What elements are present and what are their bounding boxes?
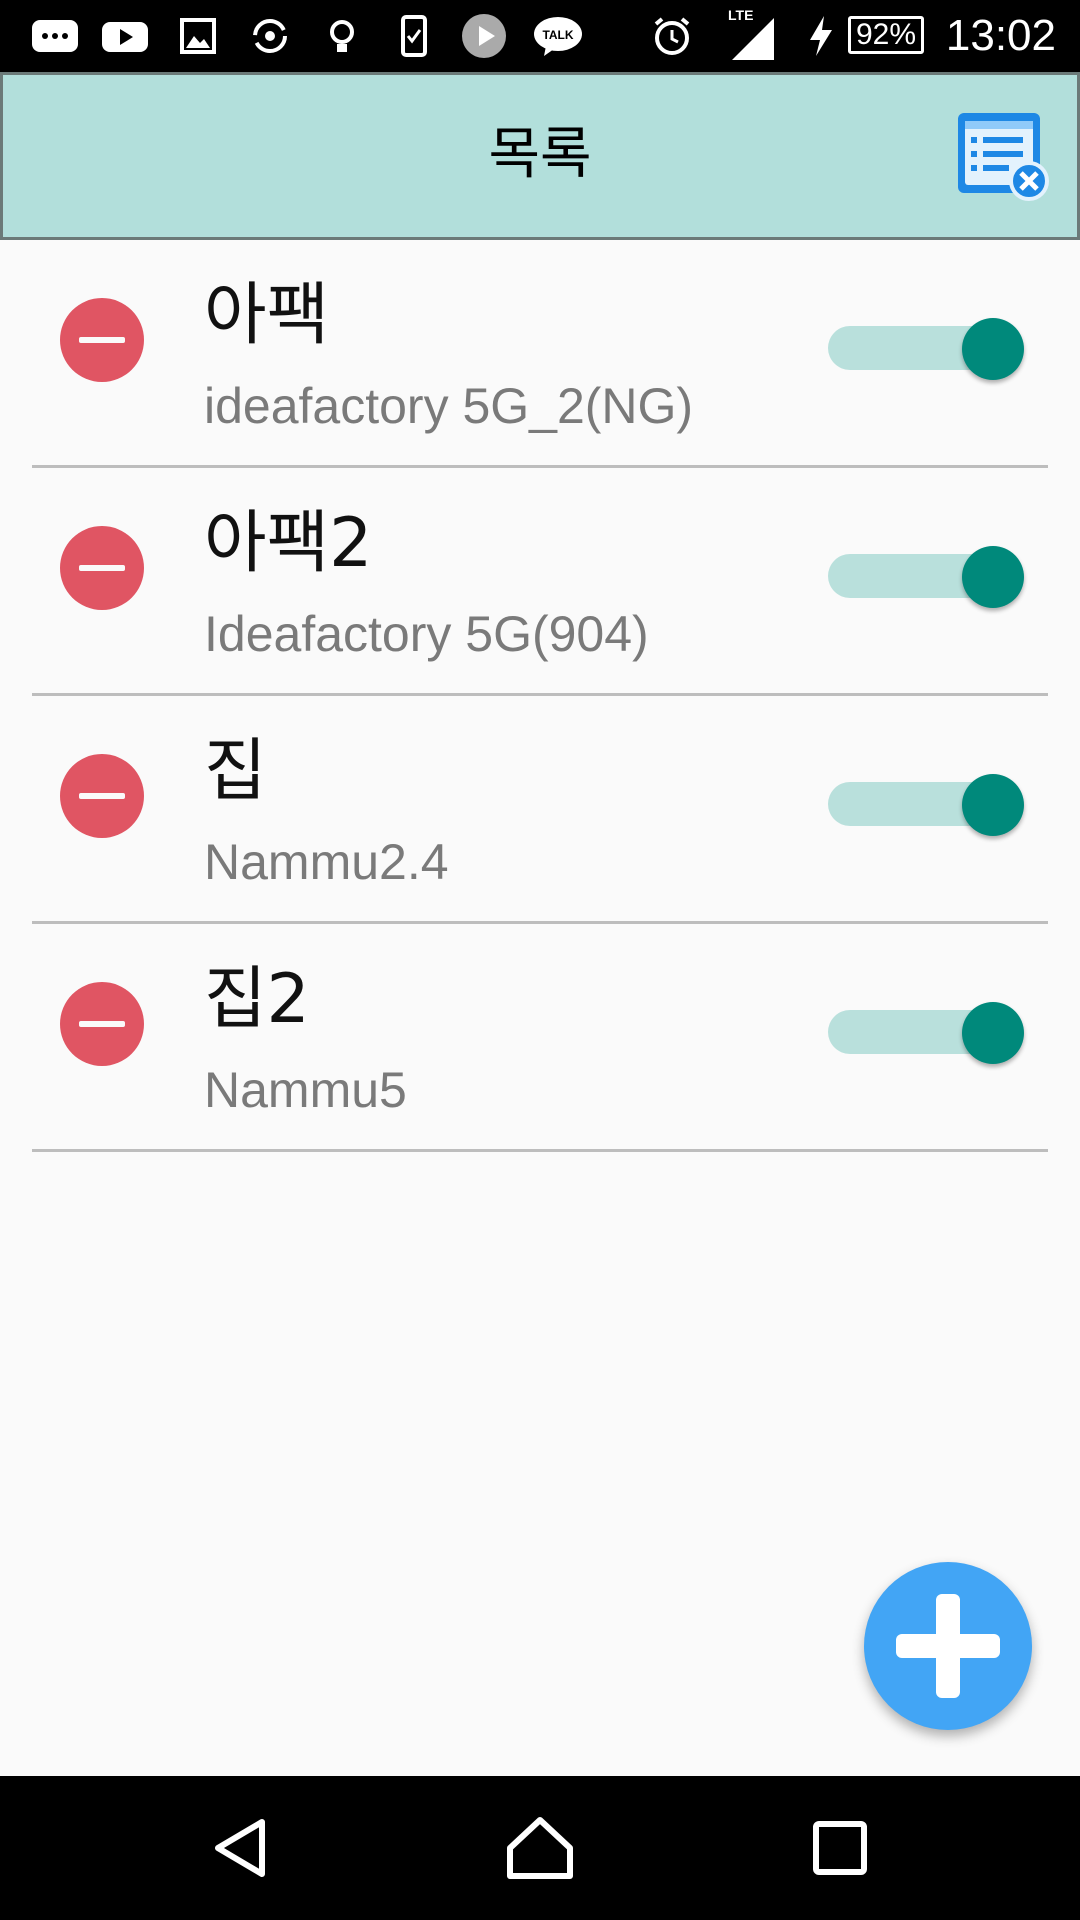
status-bar: TALK LTE 92% 13:02 — [0, 0, 1080, 72]
youtube-icon — [100, 14, 150, 58]
list-item[interactable]: 집2 Nammu5 — [0, 924, 1080, 1152]
network-name: 아팩2 — [204, 504, 373, 583]
lte-signal-icon: LTE — [726, 6, 778, 62]
clear-list-icon — [958, 113, 1049, 201]
remove-button[interactable] — [60, 754, 144, 838]
toggle-thumb — [962, 318, 1024, 380]
screen: TALK LTE 92% 13:02 목록 아팩 ideafactory 5G_… — [0, 0, 1080, 1920]
home-button[interactable] — [504, 1812, 576, 1884]
sync-icon — [248, 14, 292, 58]
phone-check-icon — [392, 14, 436, 58]
enable-toggle[interactable] — [828, 546, 1028, 608]
remove-button[interactable] — [60, 298, 144, 382]
home-icon — [507, 1817, 573, 1879]
network-ssid: ideafactory 5G_2(NG) — [204, 378, 694, 434]
network-name: 아팩 — [204, 276, 330, 355]
network-list: 아팩 ideafactory 5G_2(NG) 아팩2 Ideafactory … — [0, 240, 1080, 1152]
play-circle-icon — [460, 12, 508, 60]
recents-icon — [813, 1821, 867, 1875]
remove-button[interactable] — [60, 982, 144, 1066]
list-item[interactable]: 아팩2 Ideafactory 5G(904) — [0, 468, 1080, 696]
add-network-button[interactable] — [864, 1562, 1032, 1730]
chat-bubble-icon — [30, 14, 80, 58]
list-item[interactable]: 아팩 ideafactory 5G_2(NG) — [0, 240, 1080, 468]
list-item[interactable]: 집 Nammu2.4 — [0, 696, 1080, 924]
page-title: 목록 — [488, 122, 592, 187]
app-bar: 목록 — [0, 72, 1080, 240]
divider — [32, 1149, 1048, 1152]
gallery-icon — [176, 14, 220, 58]
toggle-thumb — [962, 546, 1024, 608]
network-name: 집 — [204, 732, 267, 811]
toggle-thumb — [962, 774, 1024, 836]
alarm-icon — [650, 14, 694, 58]
toggle-thumb — [962, 1002, 1024, 1064]
enable-toggle[interactable] — [828, 1002, 1028, 1064]
charging-icon — [806, 14, 836, 58]
navigation-bar — [0, 1776, 1080, 1920]
network-type-label: LTE — [728, 7, 753, 23]
back-icon — [215, 1819, 265, 1877]
clock-time: 13:02 — [945, 11, 1056, 60]
back-button[interactable] — [204, 1812, 276, 1884]
lightbulb-icon — [320, 14, 364, 58]
network-ssid: Ideafactory 5G(904) — [204, 606, 649, 662]
talk-icon: TALK — [532, 14, 584, 58]
enable-toggle[interactable] — [828, 318, 1028, 380]
network-name: 집2 — [204, 960, 310, 1039]
enable-toggle[interactable] — [828, 774, 1028, 836]
network-ssid: Nammu2.4 — [204, 834, 449, 890]
clear-list-button[interactable] — [953, 105, 1053, 205]
network-ssid: Nammu5 — [204, 1062, 407, 1118]
battery-level: 92% — [848, 16, 924, 54]
svg-text:TALK: TALK — [542, 28, 573, 42]
remove-button[interactable] — [60, 526, 144, 610]
recents-button[interactable] — [804, 1812, 876, 1884]
